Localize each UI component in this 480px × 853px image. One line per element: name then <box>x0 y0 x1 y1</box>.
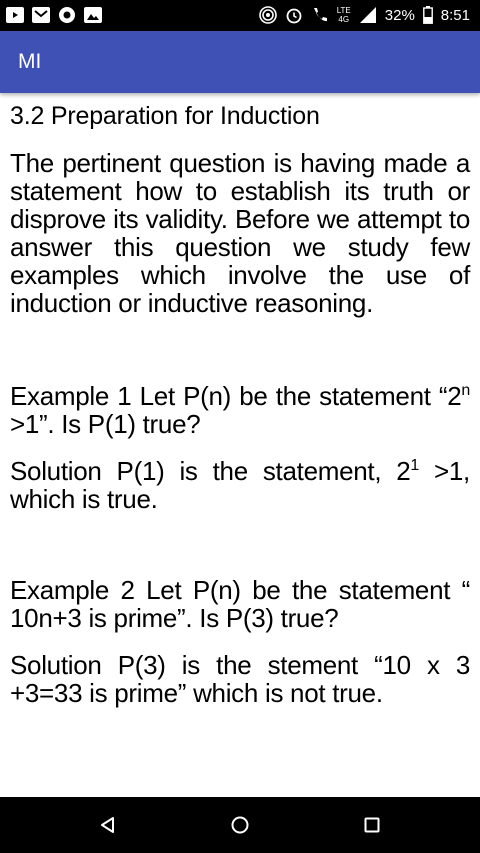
solution-2: Solution P(3) is the stement “10 x 3 +3=… <box>10 650 470 708</box>
example-1-text: Example 1 Let P(n) be the statement “2 <box>10 381 462 411</box>
example-1-exponent: n <box>461 382 470 399</box>
back-icon[interactable] <box>94 811 122 839</box>
app-bar: MI <box>0 31 480 93</box>
signal-icon <box>359 6 377 24</box>
recents-icon[interactable] <box>358 811 386 839</box>
system-status: LTE 4G 32% 8:51 <box>258 3 470 27</box>
solution-1-text: Solution P(1) is the statement, 2 <box>10 456 411 486</box>
youtube-icon <box>6 7 24 23</box>
navigation-bar <box>0 797 480 853</box>
app-title: MI <box>18 50 42 73</box>
battery-percent: 32% <box>384 6 415 24</box>
home-icon[interactable] <box>226 811 254 839</box>
solution-1-exponent: 1 <box>410 457 420 474</box>
gmail-icon <box>32 7 50 23</box>
signal-type-label: 4G <box>338 15 350 24</box>
network-type: LTE 4G <box>337 6 351 24</box>
chrome-icon <box>58 6 76 24</box>
call-icon <box>311 6 329 24</box>
battery-icon <box>422 6 433 24</box>
notification-icons <box>6 6 102 24</box>
example-1: Example 1 Let P(n) be the statement “2n … <box>10 382 470 438</box>
content-area[interactable]: 3.2 Preparation for Induction The pertin… <box>10 98 470 707</box>
solution-1: Solution P(1) is the statement, 21 >1, w… <box>10 457 470 513</box>
example-1-text-end: >1”. Is P(1) true? <box>10 409 201 439</box>
intro-paragraph: The pertinent question is having made a … <box>10 148 470 318</box>
network-label: LTE <box>336 6 351 15</box>
alarm-icon <box>285 6 303 24</box>
status-bar: LTE 4G 32% 8:51 <box>0 0 480 31</box>
section-heading: 3.2 Preparation for Induction <box>10 102 320 130</box>
hotspot-icon <box>258 6 277 24</box>
example-2: Example 2 Let P(n) be the statement “ 10… <box>10 575 470 633</box>
gallery-icon <box>84 7 102 23</box>
clock: 8:51 <box>440 6 470 24</box>
